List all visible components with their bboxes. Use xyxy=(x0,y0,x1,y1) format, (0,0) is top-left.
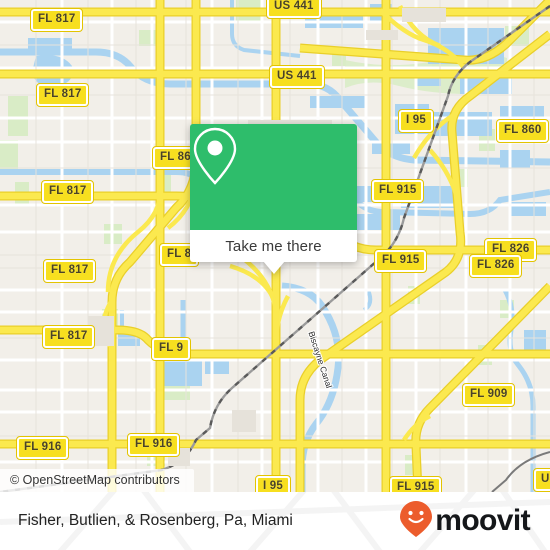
road-shield[interactable]: FL 817 xyxy=(41,325,96,349)
take-me-there-label: Take me there xyxy=(225,237,322,255)
road-shield[interactable]: FL 9 xyxy=(150,337,192,361)
road-shield[interactable]: FL 909 xyxy=(461,383,516,407)
moovit-brand[interactable]: moovit xyxy=(399,492,531,550)
map-canvas[interactable]: Biscayne Canal FL 817 US 441 FL 817 US 4… xyxy=(0,0,550,492)
moovit-wordmark: moovit xyxy=(435,504,530,537)
moovit-map-screen: Biscayne Canal FL 817 US 441 FL 817 US 4… xyxy=(0,0,550,550)
road-shield[interactable]: FL 817 xyxy=(40,180,95,204)
moovit-pin-smile-icon xyxy=(399,500,433,543)
road-shield[interactable]: FL 826 xyxy=(468,254,523,278)
road-shield[interactable]: FL 860 xyxy=(495,119,550,143)
popup-pointer-tail xyxy=(262,261,285,274)
place-title-text: Fisher, Butlien, & Rosenberg, Pa, Miami xyxy=(18,512,293,529)
road-shield[interactable]: FL 916 xyxy=(15,436,70,460)
road-shield[interactable]: FL 915 xyxy=(388,476,443,492)
bottom-info-bar: Fisher, Butlien, & Rosenberg, Pa, Miami … xyxy=(0,492,550,550)
road-shield[interactable]: US 1 xyxy=(532,468,550,492)
road-shield[interactable]: FL 817 xyxy=(35,83,90,107)
road-shield[interactable]: FL 915 xyxy=(373,249,428,273)
location-popup-card[interactable]: Take me there xyxy=(190,124,357,274)
road-shield[interactable]: FL 916 xyxy=(126,433,181,457)
road-shield[interactable]: FL 817 xyxy=(42,259,97,283)
road-shield[interactable]: I 95 xyxy=(255,475,291,492)
popup-card-footer[interactable]: Take me there xyxy=(190,230,357,274)
osm-attribution[interactable]: © OpenStreetMap contributors xyxy=(0,469,194,492)
road-shield[interactable]: US 441 xyxy=(269,65,325,89)
road-shield[interactable]: FL 817 xyxy=(29,8,84,32)
road-shield[interactable]: US 441 xyxy=(266,0,322,19)
popup-card-header xyxy=(190,124,357,230)
road-shield[interactable]: I 95 xyxy=(398,109,434,133)
road-shield[interactable]: FL 915 xyxy=(370,179,425,203)
place-title: Fisher, Butlien, & Rosenberg, Pa, Miami xyxy=(18,492,293,550)
